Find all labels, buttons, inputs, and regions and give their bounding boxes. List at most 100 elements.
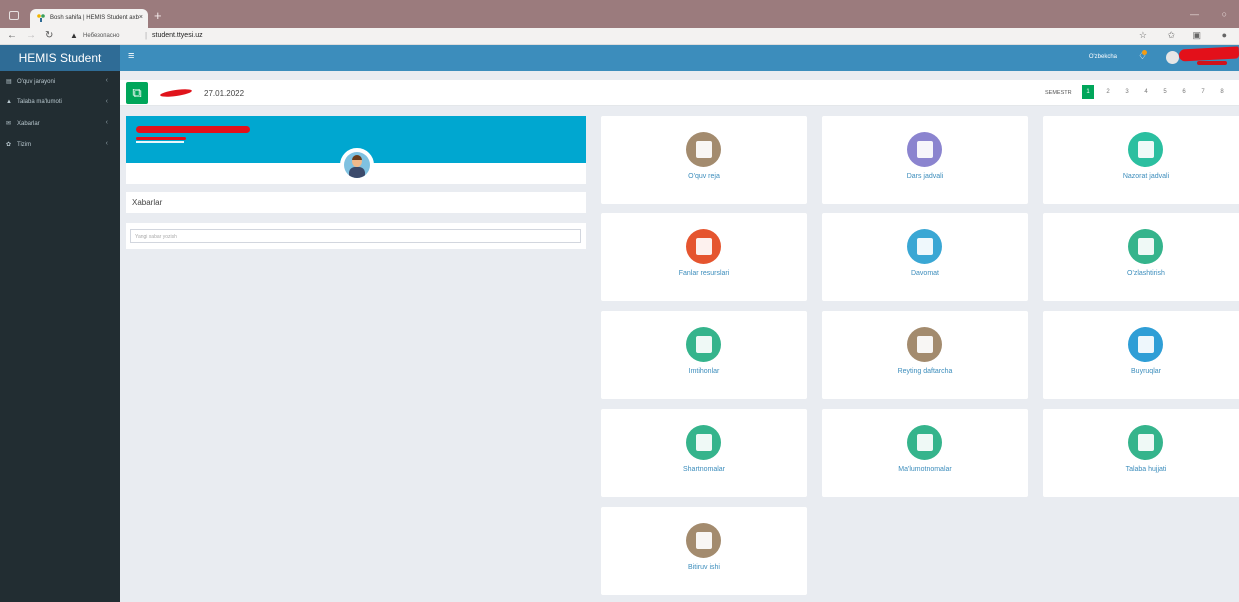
document-icon xyxy=(696,238,712,255)
tile-label: Imtihonlar xyxy=(688,368,720,375)
tile-icon xyxy=(686,523,721,558)
redacted-username xyxy=(1178,46,1239,62)
chevron-left-icon: ‹ xyxy=(105,119,108,126)
address-bar: ← → ↻ ▲ Небезопасно | student.ttyesi.uz … xyxy=(0,28,1239,45)
tab-close-icon[interactable]: × xyxy=(139,14,143,21)
read-aloud-icon[interactable]: ☆ xyxy=(1139,30,1147,41)
book-icon: ▤ xyxy=(6,79,12,85)
language-selector[interactable]: O'zbekcha xyxy=(1089,54,1117,60)
tile-label: Fanlar resurslari xyxy=(678,270,730,277)
semester-2-button[interactable]: 2 xyxy=(1102,85,1114,99)
tile-shartnomalar[interactable]: Shartnomalar xyxy=(601,409,807,497)
new-tab-button[interactable]: + xyxy=(154,8,162,23)
tile-buyruqlar[interactable]: Buyruqlar xyxy=(1043,311,1239,399)
sidebar-item-label: Tizim xyxy=(17,142,32,148)
browser-tab[interactable]: Bosh sahifa | HEMIS Student axb × xyxy=(30,9,148,28)
document-icon xyxy=(917,336,933,353)
tile-label: Ma'lumotnomalar xyxy=(898,466,952,473)
news-title: Xabarlar xyxy=(126,192,586,213)
semester-7-button[interactable]: 7 xyxy=(1197,85,1209,99)
semester-6-button[interactable]: 6 xyxy=(1178,85,1190,99)
semester-5-button[interactable]: 5 xyxy=(1159,85,1171,99)
redacted-student-info xyxy=(136,141,184,143)
redacted-student-name xyxy=(136,126,250,133)
app-brand[interactable]: HEMIS Student xyxy=(0,45,120,71)
tile-ma-lumotnomalar[interactable]: Ma'lumotnomalar xyxy=(822,409,1028,497)
sidebar-item-tizim[interactable]: ✿ Tizim ‹ xyxy=(0,134,120,154)
sidebar-item-label: Xabarlar xyxy=(17,121,40,127)
gear-icon: ✿ xyxy=(6,142,12,148)
collections-icon[interactable]: ▣ xyxy=(1192,30,1201,41)
tile-o-quv-reja[interactable]: O'quv reja xyxy=(601,116,807,204)
tile-bitiruv-ishi[interactable]: Bitiruv ishi xyxy=(601,507,807,595)
student-avatar[interactable] xyxy=(340,148,374,182)
sidebar-item-label: O'quv jarayoni xyxy=(17,79,56,85)
address-separator: | xyxy=(145,31,148,40)
insecure-label: Небезопасно xyxy=(83,33,120,39)
forward-icon[interactable]: → xyxy=(26,30,36,41)
semester-label: SEMESTR xyxy=(1045,90,1072,96)
document-icon xyxy=(696,141,712,158)
sidebar-item-talaba-malumoti[interactable]: ▲ Talaba ma'lumoti ‹ xyxy=(0,92,120,112)
copy-button[interactable]: ⧉ xyxy=(126,82,148,104)
document-icon xyxy=(696,532,712,549)
sidebar: ▤ O'quv jarayoni ‹ ▲ Talaba ma'lumoti ‹ ✉ Xab… xyxy=(0,71,120,602)
document-icon xyxy=(1138,141,1154,158)
tile-o-zlashtirish[interactable]: O'zlashtirish xyxy=(1043,213,1239,301)
tile-dars-jadvali[interactable]: Dars jadvali xyxy=(822,116,1028,204)
document-icon xyxy=(696,336,712,353)
semester-1-button[interactable]: 1 xyxy=(1082,85,1094,99)
redacted-mark xyxy=(159,87,193,99)
url-text[interactable]: student.ttyesi.uz xyxy=(152,32,203,39)
semester-3-button[interactable]: 3 xyxy=(1121,85,1133,99)
restore-icon[interactable]: ○ xyxy=(1222,9,1227,19)
redacted-student-id xyxy=(136,137,186,140)
document-icon xyxy=(696,434,712,451)
tile-label: Davomat xyxy=(910,270,939,277)
hamburger-menu-icon[interactable]: ≡ xyxy=(128,50,134,62)
profile-icon[interactable]: ● xyxy=(1222,30,1227,40)
tile-icon xyxy=(686,425,721,460)
window-menu-icon[interactable] xyxy=(9,11,19,20)
tile-label: Reyting daftarcha xyxy=(897,368,953,375)
tile-nazorat-jadvali[interactable]: Nazorat jadvali xyxy=(1043,116,1239,204)
back-icon[interactable]: ← xyxy=(7,30,17,41)
tile-reyting-daftarcha[interactable]: Reyting daftarcha xyxy=(822,311,1028,399)
tile-label: Shartnomalar xyxy=(682,466,726,473)
tile-icon xyxy=(686,132,721,167)
document-icon xyxy=(1138,434,1154,451)
browser-tab-bar: Bosh sahifa | HEMIS Student axb × + — ○ xyxy=(0,0,1239,28)
favorites-icon[interactable]: ✩ xyxy=(1167,30,1175,41)
tile-imtihonlar[interactable]: Imtihonlar xyxy=(601,311,807,399)
semester-4-button[interactable]: 4 xyxy=(1140,85,1152,99)
notification-badge xyxy=(1142,50,1147,55)
tile-icon xyxy=(686,327,721,362)
tile-icon xyxy=(1128,229,1163,264)
tile-davomat[interactable]: Davomat xyxy=(822,213,1028,301)
news-panel: Yangi xabar yozish xyxy=(126,223,586,249)
tile-icon xyxy=(686,229,721,264)
tile-label: Talaba hujjati xyxy=(1125,466,1167,473)
user-icon: ▲ xyxy=(6,99,12,105)
document-icon xyxy=(917,141,933,158)
document-icon xyxy=(917,238,933,255)
sidebar-item-oquv-jarayoni[interactable]: ▤ O'quv jarayoni ‹ xyxy=(0,71,120,91)
tile-icon xyxy=(1128,425,1163,460)
tile-icon xyxy=(907,229,942,264)
sidebar-item-xabarlar[interactable]: ✉ Xabarlar ‹ xyxy=(0,113,120,133)
tile-label: Bitiruv ishi xyxy=(688,564,720,571)
tile-label: Dars jadvali xyxy=(906,173,944,180)
tile-talaba-hujjati[interactable]: Talaba hujjati xyxy=(1043,409,1239,497)
minimize-icon[interactable]: — xyxy=(1190,9,1199,19)
tile-label: O'zlashtirish xyxy=(1127,270,1165,277)
document-icon xyxy=(1138,336,1154,353)
semester-8-button[interactable]: 8 xyxy=(1216,85,1228,99)
content-toolbar: ⧉ 27.01.2022 SEMESTR 1 2 3 4 5 6 7 8 xyxy=(120,80,1239,106)
chevron-left-icon: ‹ xyxy=(105,77,108,84)
copy-icon: ⧉ xyxy=(132,85,142,100)
news-input[interactable]: Yangi xabar yozish xyxy=(130,229,581,243)
reload-icon[interactable]: ↻ xyxy=(45,30,53,41)
user-avatar[interactable] xyxy=(1166,51,1179,64)
tile-fanlar-resurslari[interactable]: Fanlar resurslari xyxy=(601,213,807,301)
tab-title: Bosh sahifa | HEMIS Student axb xyxy=(50,15,139,21)
